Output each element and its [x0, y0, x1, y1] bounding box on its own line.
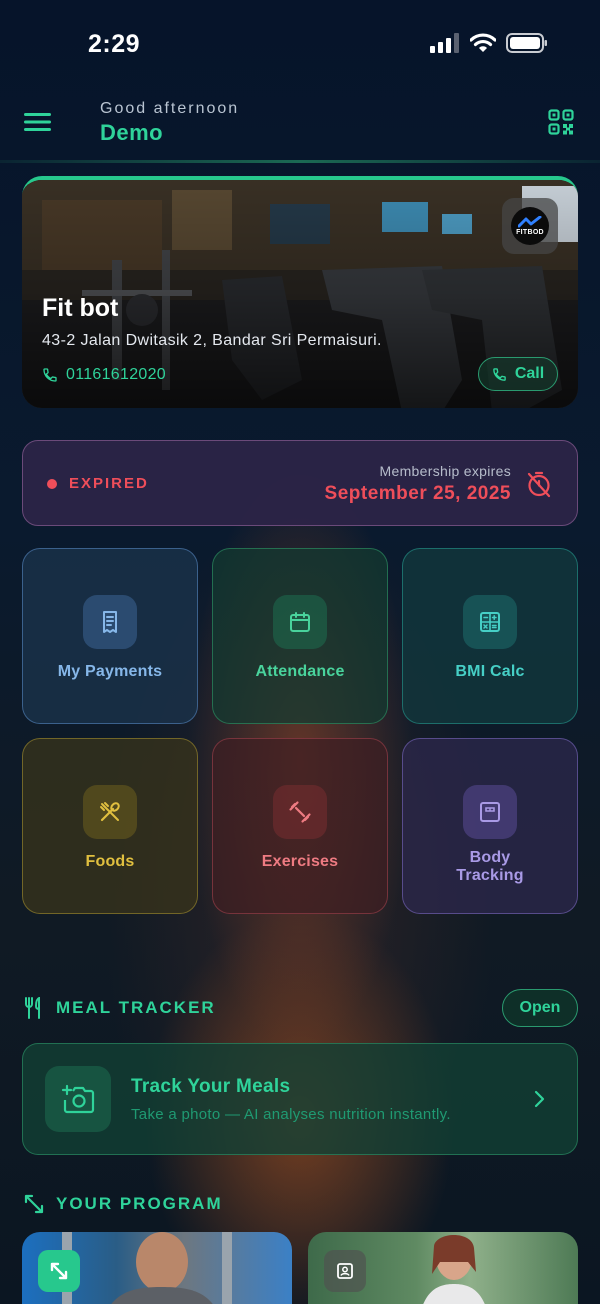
tile-exercises[interactable]: Exercises [212, 738, 388, 914]
camera-add-icon-wrap [45, 1066, 111, 1132]
status-bar: 2:29 [0, 0, 600, 90]
expand-arrows-icon [24, 1194, 44, 1214]
program-card-workout[interactable] [22, 1232, 292, 1304]
calendar-icon [290, 612, 310, 632]
tile-body-tracking[interactable]: Body Tracking [402, 738, 578, 914]
scale-icon [480, 802, 500, 822]
track-meals-subtitle: Take a photo — AI analyses nutrition ins… [131, 1106, 451, 1123]
phone-icon [493, 367, 506, 381]
calculator-icon [480, 612, 500, 632]
logo-wave-icon [518, 216, 542, 228]
greeting-text: Good afternoon [100, 100, 240, 117]
program-badge [324, 1250, 366, 1292]
battery-icon [506, 33, 547, 53]
camera-add-icon [61, 1084, 95, 1114]
utensils-icon [100, 802, 120, 822]
tile-bmi-calc[interactable]: BMI Calc [402, 548, 578, 724]
calendar-icon-wrap [273, 595, 327, 649]
receipt-icon-wrap [83, 595, 137, 649]
expand-arrows-icon [50, 1262, 68, 1280]
membership-status: EXPIRED [69, 475, 149, 492]
tile-label: Body Tracking [456, 849, 524, 884]
gym-logo-text: FITBOD [516, 229, 544, 236]
receipt-icon [103, 611, 117, 633]
tile-my-payments[interactable]: My Payments [22, 548, 198, 724]
user-name: Demo [100, 120, 164, 145]
gym-logo: FITBOD [502, 198, 558, 254]
gym-logo-mark: FITBOD [511, 207, 549, 245]
status-dot [47, 479, 57, 489]
call-button-label: Call [514, 365, 545, 382]
app-header: Good afternoon Demo [0, 90, 600, 162]
gym-phone-number: 01161612020 [66, 366, 166, 383]
dumbbell-icon-wrap [273, 785, 327, 839]
meal-tracker-title: MEAL TRACKER [56, 998, 216, 1017]
meal-tracker-header: MEAL TRACKER [24, 997, 216, 1019]
signal-icon [430, 33, 459, 53]
call-button[interactable]: Call [478, 357, 558, 391]
membership-expires-label: Membership expires [379, 463, 511, 479]
gym-name: Fit bot [42, 294, 119, 322]
tile-foods[interactable]: Foods [22, 738, 198, 914]
gym-card[interactable]: FITBOD Fit bot 43-2 Jalan Dwitasik 2, Ba… [22, 176, 578, 408]
qr-code-icon[interactable] [548, 109, 574, 135]
gym-phone[interactable]: 01161612020 [42, 366, 166, 384]
utensils-icon-wrap [83, 785, 137, 839]
tile-label: My Payments [57, 663, 163, 680]
track-meals-card[interactable]: Track Your Meals Take a photo — AI analy… [22, 1043, 578, 1155]
header-divider [0, 160, 600, 163]
tile-label: Exercises [261, 853, 339, 870]
track-meals-title: Track Your Meals [131, 1076, 291, 1097]
meal-tracker-open-button[interactable]: Open [502, 989, 578, 1027]
your-program-header: YOUR PROGRAM [24, 1194, 223, 1214]
dumbbell-icon [289, 801, 311, 823]
program-badge [38, 1250, 80, 1292]
membership-card: EXPIRED Membership expires September 25,… [22, 440, 578, 526]
tile-label: Foods [85, 853, 135, 870]
phone-icon [43, 368, 57, 382]
menu-icon[interactable] [24, 110, 52, 134]
your-program-title: YOUR PROGRAM [56, 1194, 223, 1213]
tile-attendance[interactable]: Attendance [212, 548, 388, 724]
timer-off-icon [527, 471, 551, 498]
chevron-right-icon [534, 1090, 545, 1108]
membership-expires-date: September 25, 2025 [324, 483, 511, 504]
wifi-icon [470, 33, 496, 52]
status-time: 2:29 [88, 30, 141, 58]
utensils-icon [25, 997, 40, 1019]
status-icons [430, 33, 548, 53]
program-card-trainer[interactable] [308, 1232, 578, 1304]
tile-label: Attendance [255, 663, 345, 680]
trainer-card-icon [337, 1263, 353, 1279]
tile-label: BMI Calc [455, 663, 525, 680]
gym-address: 43-2 Jalan Dwitasik 2, Bandar Sri Permai… [42, 332, 382, 349]
scale-icon-wrap [463, 785, 517, 839]
calculator-icon-wrap [463, 595, 517, 649]
